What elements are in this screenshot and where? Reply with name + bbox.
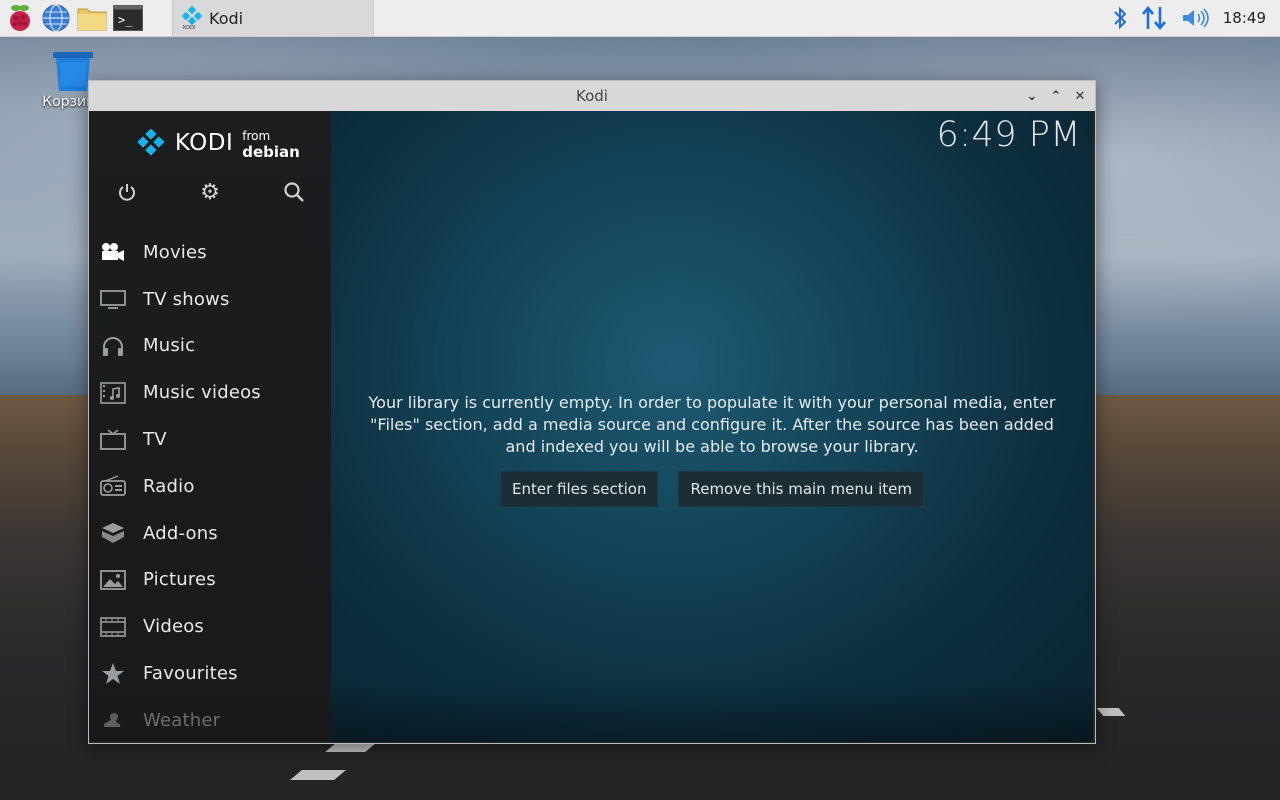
minimize-button[interactable]: ⌄	[1023, 87, 1041, 105]
enter-files-section-button[interactable]: Enter files section	[499, 471, 659, 507]
menu-item-favourites[interactable]: Favourites	[89, 650, 331, 697]
message-line: "Files" section, add a media source and …	[370, 415, 1054, 434]
window-titlebar[interactable]: Kodi ⌄ ⌃ ✕	[89, 81, 1095, 111]
kodi-logo-icon	[137, 129, 165, 156]
addon-box-icon	[99, 519, 127, 547]
logo-distro-text: debian	[242, 143, 300, 161]
monitor-icon	[99, 285, 127, 313]
kodi-logo-sub: from debian	[242, 129, 331, 161]
volume-icon[interactable]	[1181, 7, 1209, 29]
empty-library-message: Your library is currently empty. In orde…	[331, 392, 1093, 458]
kodi-logo: KODI from debian	[137, 125, 331, 161]
gear-icon: ⚙	[200, 179, 220, 205]
search-icon	[284, 182, 304, 202]
file-manager-icon[interactable]	[76, 2, 108, 34]
menu-label: Music	[143, 335, 196, 357]
picture-icon	[99, 566, 127, 594]
movie-camera-icon	[99, 238, 127, 266]
search-button[interactable]	[279, 177, 309, 207]
window-title: Kodi	[576, 87, 608, 105]
menu-label: TV shows	[143, 288, 230, 310]
svg-text:KODI: KODI	[183, 25, 195, 30]
close-icon: ✕	[1074, 88, 1086, 104]
menu-label: Weather	[143, 709, 221, 731]
terminal-icon[interactable]: >_	[112, 2, 144, 34]
menu-label: Add-ons	[143, 522, 218, 544]
menu-item-tv-shows[interactable]: TV shows	[89, 276, 331, 323]
menu-item-tv[interactable]: TV	[89, 416, 331, 463]
message-line: Your library is currently empty. In orde…	[368, 393, 1056, 412]
kodi-app: KODI from debian ⚙ Movies TV shows Music…	[89, 111, 1093, 742]
taskbar-task-label: Kodi	[209, 8, 244, 28]
menu-item-music-videos[interactable]: Music videos	[89, 369, 331, 416]
web-browser-icon[interactable]	[40, 2, 72, 34]
film-strip-icon	[99, 613, 127, 641]
power-button[interactable]	[112, 177, 142, 207]
bottom-shade	[331, 682, 1093, 742]
taskbar: >_ KODI Kodi 18:49	[0, 0, 1280, 37]
menu-item-videos[interactable]: Videos	[89, 603, 331, 650]
remove-menu-item-button[interactable]: Remove this main menu item	[678, 471, 925, 507]
kodi-main-menu: Movies TV shows Music Music videos TV Ra…	[89, 229, 331, 744]
raspberry-menu-icon[interactable]	[4, 2, 36, 34]
menu-item-music[interactable]: Music	[89, 323, 331, 370]
network-updown-icon[interactable]	[1141, 5, 1167, 31]
maximize-button[interactable]: ⌃	[1047, 87, 1065, 105]
system-tray: 18:49	[1113, 0, 1280, 36]
settings-button[interactable]: ⚙	[195, 177, 225, 207]
chevron-down-icon: ⌄	[1026, 88, 1038, 104]
kodi-clock: 6:49 PM	[936, 115, 1081, 155]
menu-item-pictures[interactable]: Pictures	[89, 557, 331, 604]
weather-icon	[99, 706, 127, 734]
kodi-window: Kodi ⌄ ⌃ ✕ KODI from debian ⚙ Movies TV …	[88, 80, 1096, 744]
power-icon	[119, 184, 135, 201]
bluetooth-icon[interactable]	[1113, 6, 1127, 30]
taskbar-clock: 18:49	[1222, 9, 1266, 27]
menu-label: Videos	[143, 616, 205, 638]
chevron-up-icon: ⌃	[1050, 88, 1062, 104]
close-button[interactable]: ✕	[1071, 87, 1089, 105]
menu-item-weather[interactable]: Weather	[89, 697, 331, 744]
music-video-icon	[99, 379, 127, 407]
menu-label: TV	[143, 429, 167, 451]
tv-icon	[99, 426, 127, 454]
logo-from-text: from	[242, 129, 271, 143]
kodi-sidebar: KODI from debian ⚙ Movies TV shows Music…	[89, 111, 331, 742]
kodi-content: 6:49 PM Your library is currently empty.…	[331, 111, 1093, 742]
menu-label: Pictures	[143, 569, 216, 591]
taskbar-kodi-task[interactable]: KODI Kodi	[172, 0, 374, 36]
menu-label: Music videos	[143, 382, 261, 404]
kodi-logo-text: KODI	[174, 130, 234, 156]
menu-label: Radio	[143, 475, 195, 497]
star-icon	[99, 660, 127, 688]
menu-item-add-ons[interactable]: Add-ons	[89, 510, 331, 557]
headphones-icon	[99, 332, 127, 360]
radio-icon	[99, 472, 127, 500]
empty-library-actions: Enter files section Remove this main men…	[331, 471, 1093, 507]
kodi-task-icon: KODI	[181, 6, 203, 30]
menu-label: Movies	[143, 241, 207, 263]
menu-item-movies[interactable]: Movies	[89, 229, 331, 276]
message-line: and indexed you will be able to browse y…	[505, 437, 919, 456]
svg-text:>_: >_	[118, 13, 133, 27]
menu-label: Favourites	[143, 663, 238, 685]
menu-item-radio[interactable]: Radio	[89, 463, 331, 510]
